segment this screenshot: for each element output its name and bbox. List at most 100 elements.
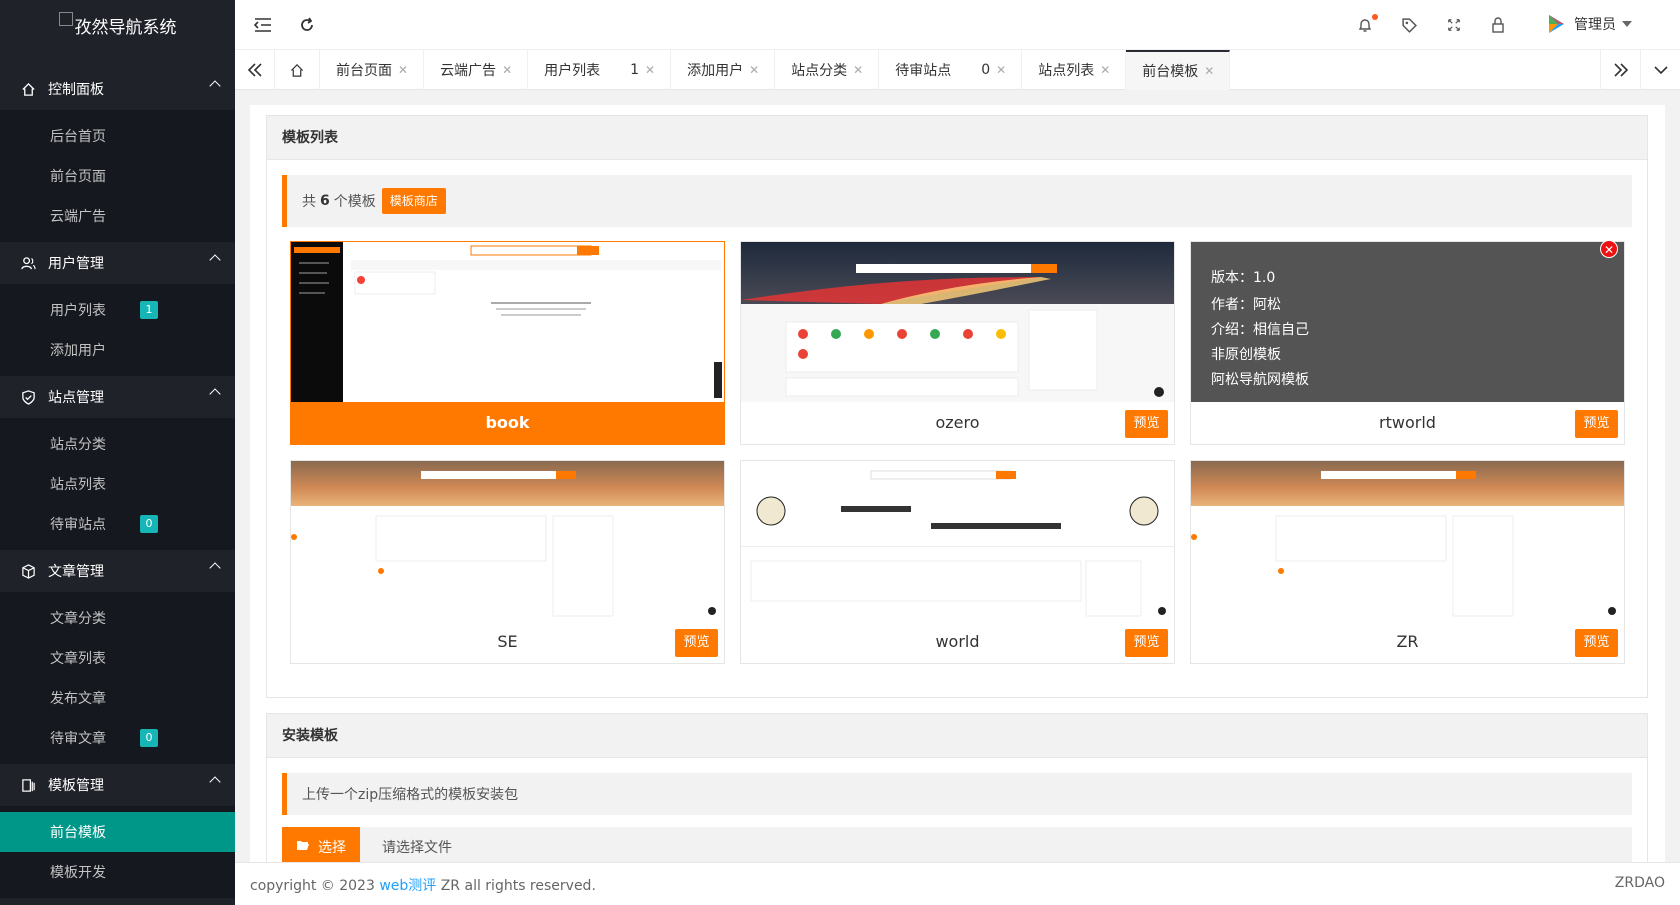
template-description: 阿松导航网模板 [1211, 372, 1309, 388]
page-tabs: 前台页面 ✕ 云端广告 ✕ 用户列表 1 ✕ 添加用户 ✕ 站点分类 ✕ 待审站点 0 ✕ 站点… [235, 50, 1680, 90]
sidebar-item-label: 后台首页 [50, 129, 106, 145]
upload-row: 选择 请选择文件 [282, 827, 1632, 862]
shield-icon [20, 389, 36, 405]
template-info-overlay: 版本：1.0 作者：阿松 介绍：相信自己 非原创模板 阿松导航网模板 [1191, 242, 1624, 402]
template-name: ozero [935, 413, 980, 432]
tab-site-category[interactable]: 站点分类 ✕ [775, 50, 880, 90]
template-thumbnail [741, 461, 1174, 621]
lock-icon[interactable] [1488, 15, 1508, 35]
close-icon[interactable]: ✕ [645, 63, 655, 77]
nav-group-head-templates[interactable]: 模板管理 [0, 764, 235, 806]
template-name: ZR [1396, 632, 1419, 651]
sidebar-item-label: 待审文章 [50, 731, 106, 747]
nav-group-head-articles[interactable]: 文章管理 [0, 550, 235, 592]
template-card[interactable]: book [290, 241, 725, 445]
choose-file-button[interactable]: 选择 [282, 827, 360, 862]
nav-group-sites: 站点管理 站点分类 站点列表 待审站点 0 [0, 376, 235, 550]
menu-collapse-icon[interactable] [253, 15, 273, 35]
sidebar-item-admin-home[interactable]: 后台首页 [0, 116, 235, 156]
template-icon [20, 777, 36, 793]
sidebar-item-site-category[interactable]: 站点分类 [0, 424, 235, 464]
close-icon[interactable]: ✕ [749, 63, 759, 77]
preview-button[interactable]: 预览 [1575, 410, 1618, 438]
nav-group-label: 用户管理 [48, 256, 104, 272]
sidebar-item-user-list[interactable]: 用户列表 1 [0, 290, 235, 330]
tab-home[interactable] [275, 50, 320, 90]
sidebar-item-pending-articles[interactable]: 待审文章 0 [0, 718, 235, 758]
refresh-icon[interactable] [297, 15, 317, 35]
copyright-prefix: copyright © 2023 [250, 878, 375, 894]
app-logo[interactable]: 孜然导航系统 [0, 0, 235, 50]
sidebar-item-pending-sites[interactable]: 待审站点 0 [0, 504, 235, 544]
user-name: 管理员 [1574, 17, 1616, 33]
close-icon[interactable]: ✕ [398, 63, 408, 77]
chevron-up-icon [209, 388, 221, 400]
template-list-card: 模板列表 共 6 个模板 模板商店 book ozero 预览 版本：1.0 作… [266, 115, 1648, 698]
template-card: world 预览 [740, 460, 1175, 664]
folder-open-icon [296, 839, 310, 855]
preview-button[interactable]: 预览 [1125, 629, 1168, 657]
nav-group-head-dashboard[interactable]: 控制面板 [0, 68, 235, 110]
sidebar-item-publish-article[interactable]: 发布文章 [0, 678, 235, 718]
top-header: 管理员 [235, 0, 1680, 50]
sidebar-item-label: 待审站点 [50, 517, 106, 533]
sidebar-item-label: 云端广告 [50, 209, 106, 225]
close-icon[interactable]: ✕ [1204, 64, 1214, 78]
sidebar-item-front-templates[interactable]: 前台模板 [0, 812, 235, 852]
template-thumbnail [741, 242, 1174, 402]
close-icon[interactable]: ✕ [502, 63, 512, 77]
sidebar-item-cloud-ads[interactable]: 云端广告 [0, 196, 235, 236]
template-name: book [291, 402, 724, 444]
sidebar-item-article-list[interactable]: 文章列表 [0, 638, 235, 678]
sidebar-item-template-dev[interactable]: 模板开发 [0, 852, 235, 892]
chevron-up-icon [209, 562, 221, 574]
sidebar-item-add-user[interactable]: 添加用户 [0, 330, 235, 370]
sidebar-item-label: 发布文章 [50, 691, 106, 707]
tab-add-user[interactable]: 添加用户 ✕ [671, 50, 776, 90]
tab-front-page[interactable]: 前台页面 ✕ [320, 50, 425, 90]
nav-group-label: 模板管理 [48, 778, 104, 794]
sidebar-item-label: 文章分类 [50, 611, 106, 627]
template-name: world [935, 632, 980, 651]
sidebar-item-label: 用户列表 [50, 303, 106, 319]
user-menu[interactable]: 管理员 [1544, 12, 1632, 36]
nav-group-dashboard: 控制面板 后台首页 前台页面 云端广告 [0, 68, 235, 242]
tab-user-list[interactable]: 用户列表 1 ✕ [528, 50, 672, 90]
tabs-menu-button[interactable] [1640, 50, 1680, 90]
tab-label: 前台页面 [336, 63, 392, 79]
app-title: 孜然导航系统 [74, 17, 177, 38]
sidebar-item-label: 模板开发 [50, 865, 106, 881]
template-author: 作者：阿松 [1211, 297, 1281, 313]
tab-count: 0 [981, 62, 991, 78]
nav-group-head-sites[interactable]: 站点管理 [0, 376, 235, 418]
preview-button[interactable]: 预览 [675, 629, 718, 657]
choose-button-label: 选择 [318, 840, 346, 856]
tab-front-templates[interactable]: 前台模板 ✕ [1126, 50, 1231, 90]
tab-label: 云端广告 [440, 63, 497, 79]
count-badge: 0 [140, 729, 158, 747]
template-store-button[interactable]: 模板商店 [381, 188, 446, 214]
card-title: 安装模板 [267, 714, 1647, 758]
tab-count: 1 [630, 62, 640, 78]
close-icon[interactable]: ✕ [1100, 63, 1110, 77]
close-icon[interactable]: ✕ [996, 63, 1006, 77]
sidebar-item-article-category[interactable]: 文章分类 [0, 598, 235, 638]
footer-link[interactable]: web测评 [379, 878, 436, 894]
tab-site-list[interactable]: 站点列表 ✕ [1022, 50, 1127, 90]
close-icon[interactable]: ✕ [853, 63, 863, 77]
fullscreen-icon[interactable] [1444, 15, 1464, 35]
preview-button[interactable]: 预览 [1125, 410, 1168, 438]
preview-button[interactable]: 预览 [1575, 629, 1618, 657]
tab-pending-sites[interactable]: 待审站点 0 ✕ [879, 50, 1023, 90]
delete-template-icon[interactable]: ✕ [1600, 240, 1618, 258]
template-original: 非原创模板 [1211, 347, 1281, 363]
double-chevron-left-icon [247, 63, 262, 77]
tabs-scroll-right-button[interactable] [1600, 50, 1640, 90]
nav-group-head-users[interactable]: 用户管理 [0, 242, 235, 284]
sidebar-item-site-list[interactable]: 站点列表 [0, 464, 235, 504]
tag-icon[interactable] [1399, 15, 1419, 35]
tabs-scroll-left-button[interactable] [235, 50, 275, 90]
sidebar-item-front-page[interactable]: 前台页面 [0, 156, 235, 196]
template-version: 版本：1.0 [1211, 270, 1276, 286]
tab-cloud-ads[interactable]: 云端广告 ✕ [424, 50, 529, 90]
